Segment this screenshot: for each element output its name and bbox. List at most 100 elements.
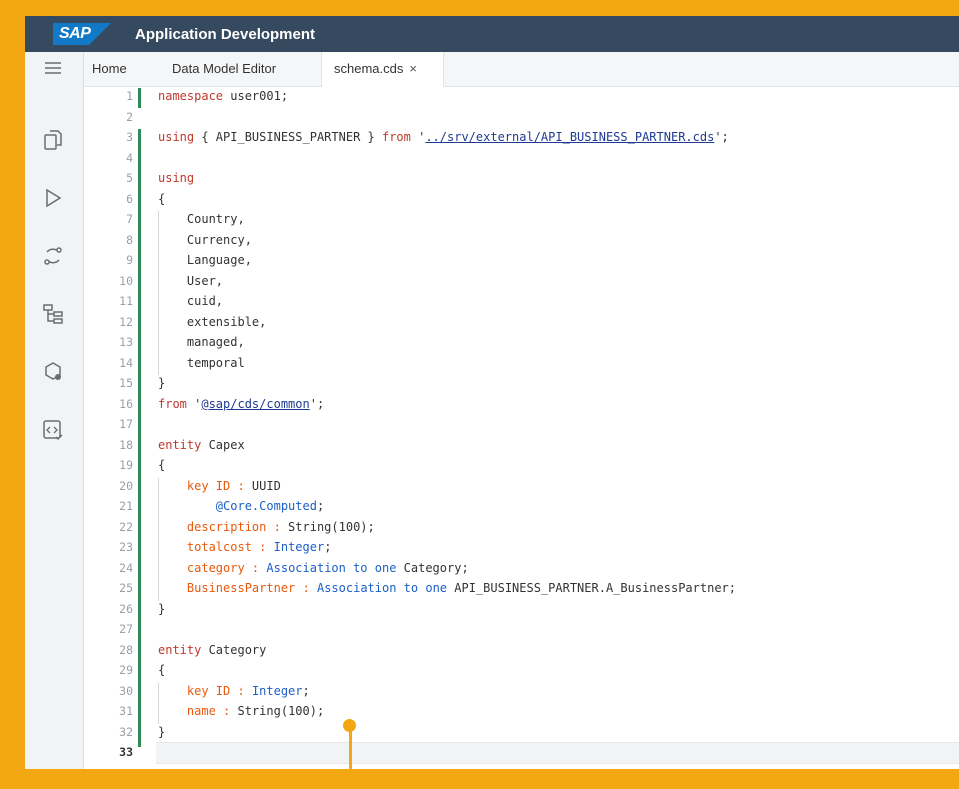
run-icon[interactable] (39, 184, 67, 212)
tab-data-model-editor[interactable]: Data Model Editor (172, 52, 276, 86)
code-line[interactable]: 29 { (84, 663, 959, 684)
code-text: using { API_BUSINESS_PARTNER } from '../… (158, 130, 729, 144)
code-line[interactable]: 14 temporal (84, 356, 959, 377)
code-line[interactable]: 25 BusinessPartner : Association to one … (84, 581, 959, 602)
code-text: name : String(100); (186, 704, 325, 718)
code-text: using (158, 171, 195, 185)
code-text: key ID : Integer; (186, 683, 310, 698)
code-line[interactable]: 20 key ID : UUID (84, 479, 959, 500)
menu-icon[interactable] (39, 54, 67, 82)
code-text: category : Association to one Category; (186, 560, 469, 575)
code-line[interactable]: 5 using (84, 171, 959, 192)
close-icon[interactable]: × (409, 61, 417, 76)
code-line[interactable]: 18 entity Capex (84, 438, 959, 459)
editor-tab-bar: Home Data Model Editor schema.cds × (84, 52, 959, 87)
sap-logo[interactable]: SAP (53, 23, 111, 45)
line-number: 22 (119, 519, 133, 534)
code-text: extensible, (158, 314, 267, 329)
code-line[interactable]: 16 from '@sap/cds/common'; (84, 397, 959, 418)
line-number: 6 (126, 191, 133, 206)
line-number: 20 (119, 478, 133, 493)
line-number: 28 (119, 642, 133, 657)
tab-schema-cds[interactable]: schema.cds × (321, 52, 444, 87)
line-number: 31 (119, 704, 133, 718)
line-number: 4 (126, 150, 133, 165)
code-line[interactable]: 2 (84, 110, 959, 131)
tab-home[interactable]: Home (92, 52, 127, 86)
code-text: totalcost : Integer; (186, 540, 332, 554)
code-text: { (158, 663, 166, 677)
code-text: from '@sap/cds/common'; (158, 396, 325, 411)
code-icon[interactable] (39, 416, 67, 444)
code-line[interactable]: 28 entity Category (84, 643, 959, 664)
explorer-icon[interactable] (39, 126, 67, 154)
line-number: 29 (119, 663, 133, 677)
code-line[interactable]: 11 cuid, (84, 294, 959, 315)
line-number: 15 (119, 376, 133, 390)
code-line[interactable]: 10 User, (84, 274, 959, 295)
code-text: managed, (158, 335, 245, 349)
code-line[interactable]: 8 Currency, (84, 233, 959, 254)
line-number: 30 (119, 683, 133, 698)
code-line[interactable]: 24 category : Association to one Categor… (84, 561, 959, 582)
line-number: 14 (119, 355, 133, 370)
line-number: 32 (119, 724, 133, 739)
code-text: cuid, (158, 294, 224, 308)
code-text: key ID : UUID (186, 478, 281, 493)
code-line[interactable]: 21 @Core.Computed; (84, 499, 959, 520)
source-control-icon[interactable] (39, 242, 67, 270)
line-number: 5 (126, 171, 133, 185)
code-text: entity Category (158, 642, 267, 657)
code-line[interactable]: 22 description : String(100); (84, 520, 959, 541)
code-line[interactable]: 3 using { API_BUSINESS_PARTNER } from '..… (84, 130, 959, 151)
code-text: description : String(100); (186, 519, 375, 534)
callout-pointer-dot (343, 719, 356, 732)
code-line[interactable]: 26} (84, 602, 959, 623)
shell-bar: SAP Application Development (25, 16, 959, 52)
line-number: 19 (119, 458, 133, 472)
code-text: } (158, 376, 166, 390)
code-line[interactable]: 19 { (84, 458, 959, 479)
code-line[interactable]: 27 (84, 622, 959, 643)
activity-bar (25, 52, 84, 769)
code-text: @Core.Computed; (215, 499, 325, 513)
code-line[interactable]: 1 namespace user001; (84, 89, 959, 110)
code-text: Language, (158, 253, 252, 267)
code-text: Country, (158, 212, 245, 226)
code-line[interactable]: 31 name : String(100); (84, 704, 959, 725)
debug-icon[interactable] (39, 358, 67, 386)
line-number: 23 (119, 540, 133, 554)
code-line[interactable]: 4 (84, 151, 959, 172)
line-number: 10 (119, 273, 133, 288)
line-number: 2 (126, 109, 133, 124)
line-number: 33 (119, 745, 133, 759)
code-line[interactable]: 33 (84, 745, 959, 766)
code-line[interactable]: 30 key ID : Integer; (84, 684, 959, 705)
code-line[interactable]: 6{ (84, 192, 959, 213)
code-line[interactable]: 17 (84, 417, 959, 438)
line-number: 1 (126, 89, 133, 103)
code-line[interactable]: 9 Language, (84, 253, 959, 274)
line-number: 16 (119, 396, 133, 411)
code-line[interactable]: 13 managed, (84, 335, 959, 356)
line-number: 25 (119, 581, 133, 595)
line-number: 17 (119, 417, 133, 431)
code-line[interactable]: 32} (84, 725, 959, 746)
code-line[interactable]: 7 Country, (84, 212, 959, 233)
line-number: 26 (119, 601, 133, 616)
code-text: } (158, 724, 166, 739)
line-number: 13 (119, 335, 133, 349)
line-number: 24 (119, 560, 133, 575)
code-line[interactable]: 12 extensible, (84, 315, 959, 336)
line-number: 8 (126, 232, 133, 247)
outline-icon[interactable] (39, 300, 67, 328)
app-title: Application Development (135, 26, 316, 43)
code-text: { (158, 191, 166, 206)
code-line[interactable]: 23 totalcost : Integer; (84, 540, 959, 561)
code-text: entity Capex (158, 437, 245, 452)
line-number: 27 (119, 622, 133, 636)
code-text: temporal (158, 355, 245, 370)
code-editor[interactable]: 1 namespace user001; 2 3 using { API_BUSINES… (84, 87, 959, 769)
code-text: } (158, 601, 166, 616)
code-line[interactable]: 15} (84, 376, 959, 397)
